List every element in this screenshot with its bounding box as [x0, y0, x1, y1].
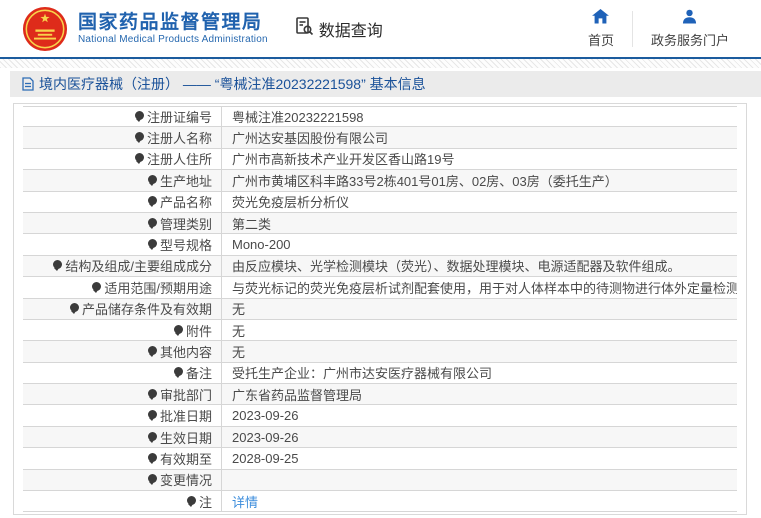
row-label: 适用范围/预期用途 [23, 277, 222, 298]
brand[interactable]: 国家药品监督管理局 National Medical Products Admi… [22, 6, 268, 52]
row-value: 广州市黄埔区科丰路33号2栋401号01房、02房、03房（委托生产） [232, 173, 618, 189]
table-row: 有效期至 2028-09-25 [23, 448, 737, 470]
home-icon [592, 8, 610, 27]
site-header: 国家药品监督管理局 National Medical Products Admi… [0, 0, 761, 57]
note-balloon-icon [147, 388, 158, 400]
table-row: 注册人名称 广州达安基因股份有限公司 [23, 127, 737, 149]
data-query-label: 数据查询 [318, 22, 383, 40]
row-label: 备注 [23, 362, 222, 384]
row-label: 注册人住所 [23, 148, 222, 170]
table-row: 产品名称 荧光免疫层析分析仪 [23, 191, 737, 213]
row-label: 注册证编号 [23, 107, 222, 127]
nav-portal-label: 政务服务门户 [650, 32, 729, 48]
row-label: 注 [23, 491, 222, 512]
row-value: 广州市高新技术产业开发区香山路19号 [232, 152, 455, 168]
row-value: 详情 [222, 492, 258, 511]
national-emblem-logo [22, 6, 68, 52]
note-balloon-icon [92, 281, 102, 293]
row-label: 有效期至 [23, 448, 222, 469]
row-value: 无 [232, 344, 246, 360]
row-label: 管理类别 [23, 212, 222, 234]
row-label: 产品储存条件及有效期 [23, 298, 222, 319]
table-row: 注册证编号 粤械注准20232221598 [23, 106, 737, 128]
document-icon [22, 77, 34, 91]
note-balloon-icon [173, 324, 184, 336]
table-row: 注册人住所 广州市高新技术产业开发区香山路19号 [23, 148, 737, 171]
table-row: 批准日期 2023-09-26 [23, 405, 737, 427]
info-card: 注册证编号 粤械注准20232221598 注册人名称 广州达安基因股份有限公司… [13, 103, 747, 516]
table-row: 审批部门 广东省药品监督管理局 [23, 384, 737, 406]
note-balloon-icon [134, 153, 145, 165]
table-row: 管理类别 第二类 [23, 212, 737, 235]
data-query-nav[interactable]: 数据查询 [294, 16, 383, 41]
note-balloon-icon [134, 132, 145, 144]
row-value: 受托生产企业：广州市达安医疗器械有限公司 [232, 366, 493, 382]
note-balloon-icon [147, 174, 158, 186]
table-row: 适用范围/预期用途 与荧光标记的荧光免疫层析试剂配套使用，用于对人体样本中的待测… [23, 277, 737, 299]
table-row: 备注 受托生产企业：广州市达安医疗器械有限公司 [23, 362, 737, 385]
row-label: 结构及组成/主要组成成分 [23, 255, 222, 277]
note-balloon-icon [147, 196, 158, 208]
row-value: 粤械注准20232221598 [232, 110, 364, 126]
row-label: 批准日期 [23, 405, 222, 426]
note-balloon-icon [134, 111, 145, 123]
note-balloon-icon [147, 474, 158, 486]
breadcrumb: 境内医疗器械（注册） —— “粤械注准20232221598” 基本信息 [10, 71, 761, 97]
breadcrumb-text: 境内医疗器械（注册） —— “粤械注准20232221598” 基本信息 [39, 76, 426, 92]
nav-home[interactable]: 首页 [570, 8, 632, 49]
note-balloon-icon [173, 367, 184, 379]
table-row: 产品储存条件及有效期 无 [23, 298, 737, 320]
row-label: 产品名称 [23, 191, 222, 212]
user-icon [682, 9, 697, 27]
row-label: 型号规格 [23, 234, 222, 255]
note-balloon-icon [53, 260, 63, 272]
row-value: 荧光免疫层析分析仪 [232, 195, 350, 211]
table-row: 其他内容 无 [23, 341, 737, 363]
note-balloon-icon [186, 495, 197, 507]
site-title: 国家药品监督管理局 [78, 12, 263, 34]
note-balloon-icon [147, 345, 158, 357]
row-label: 变更情况 [23, 469, 222, 491]
row-label: 注册人名称 [23, 127, 222, 148]
document-search-icon [294, 16, 314, 41]
table-row: 生效日期 2023-09-26 [23, 426, 737, 449]
detail-link[interactable]: 详情 [232, 495, 258, 510]
note-balloon-icon [147, 452, 158, 464]
row-label: 生效日期 [23, 426, 222, 448]
row-value: 无 [232, 323, 246, 339]
table-row: 结构及组成/主要组成成分 由反应模块、光学检测模块（荧光）、数据处理模块、电源适… [23, 255, 737, 278]
note-balloon-icon [147, 410, 158, 422]
note-balloon-icon [147, 217, 158, 229]
nav-portal[interactable]: 政务服务门户 [633, 9, 747, 49]
row-value: 与荧光标记的荧光免疫层析试剂配套使用，用于对人体样本中的待测物进行体外定量检测。 [232, 280, 737, 296]
info-table: 注册证编号 粤械注准20232221598 注册人名称 广州达安基因股份有限公司… [23, 106, 737, 513]
site-subtitle: National Medical Products Administration [78, 33, 268, 45]
table-row: 型号规格 Mono-200 [23, 234, 737, 256]
row-value: 广东省药品监督管理局 [232, 387, 363, 403]
header-nav: 首页 政务服务门户 [570, 8, 747, 49]
row-value: 2023-09-26 [232, 429, 299, 445]
row-value: 第二类 [232, 216, 272, 232]
row-value: 无 [232, 302, 246, 318]
row-value: 2023-09-26 [232, 408, 299, 424]
note-balloon-icon [147, 239, 158, 251]
table-row: 变更情况 [23, 469, 737, 492]
nav-home-label: 首页 [587, 32, 614, 48]
table-row: 注 详情 [23, 491, 737, 513]
row-value: Mono-200 [232, 237, 291, 253]
row-label: 审批部门 [23, 384, 222, 405]
table-row: 生产地址 广州市黄埔区科丰路33号2栋401号01房、02房、03房（委托生产） [23, 170, 737, 192]
row-label: 生产地址 [23, 170, 222, 191]
row-label: 其他内容 [23, 341, 222, 362]
note-balloon-icon [69, 303, 80, 315]
row-value: 广州达安基因股份有限公司 [232, 131, 389, 147]
row-label: 附件 [23, 319, 222, 341]
row-value: 由反应模块、光学检测模块（荧光）、数据处理模块、电源适配器及软件组成。 [232, 259, 681, 275]
table-row: 附件 无 [23, 319, 737, 342]
row-value: 2028-09-25 [232, 450, 299, 466]
note-balloon-icon [147, 431, 158, 443]
hatch-texture-band [0, 59, 761, 68]
